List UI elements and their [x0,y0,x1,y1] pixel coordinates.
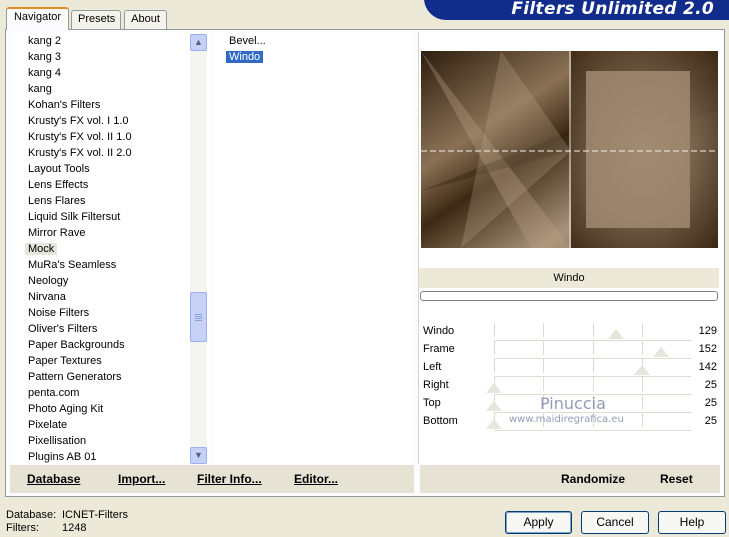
filters-count-value: 1248 [62,522,87,534]
database-status-label: Database: [6,509,57,521]
category-item[interactable]: Noise Filters [28,307,89,319]
category-item[interactable]: Lens Effects [28,179,88,191]
category-item[interactable]: Mirror Rave [28,227,85,239]
category-item[interactable]: kang 3 [28,51,61,63]
category-item[interactable]: penta.com [28,387,79,399]
param-row-left[interactable]: Left 142 [420,359,719,377]
slider-thumb[interactable] [608,329,625,339]
param-label: Left [423,361,442,373]
slider-thumb[interactable] [633,365,650,375]
scroll-up-button[interactable]: ▲ [190,34,207,51]
category-item[interactable]: Lens Flares [28,195,85,207]
progress-bar [420,291,718,301]
param-row-frame[interactable]: Frame 152 [420,341,719,359]
param-value: 129 [698,325,717,337]
param-slider[interactable] [494,323,691,341]
param-value: 25 [704,415,717,427]
apply-button[interactable]: Apply [505,511,572,534]
param-row-right[interactable]: Right 25 [420,377,719,395]
param-value: 25 [704,379,717,391]
category-item[interactable]: MuRa's Seamless [28,259,116,271]
slider-thumb[interactable] [486,401,502,411]
filter-list[interactable] [214,32,414,464]
app-title: Filters Unlimited 2.0 [511,0,714,19]
category-item[interactable]: Paper Backgrounds [28,339,125,351]
scroll-down-button[interactable]: ▼ [190,447,207,464]
category-item[interactable]: Plugins AB 01 [28,451,97,463]
reset-button[interactable]: Reset [660,472,693,486]
slider-thumb[interactable] [486,383,502,393]
category-scrollbar[interactable]: ▲ ▼ [190,34,207,464]
category-item[interactable]: Kohan's Filters [28,99,100,111]
preview-image[interactable] [421,51,718,248]
watermark-url: www.maidiregrafica.eu [509,414,624,425]
category-item[interactable]: Photo Aging Kit [28,403,103,415]
tab-navigator[interactable]: Navigator [6,7,69,30]
tab-about[interactable]: About [124,10,167,29]
category-item[interactable]: Neology [28,275,68,287]
chevron-up-icon: ▲ [194,37,203,47]
param-slider[interactable] [494,359,691,377]
category-item[interactable]: Paper Textures [28,355,102,367]
category-item[interactable]: Krusty's FX vol. I 1.0 [28,115,129,127]
import-button[interactable]: Import... [118,472,165,486]
cancel-button[interactable]: Cancel [581,511,649,534]
category-item[interactable]: Pattern Generators [28,371,122,383]
tab-presets[interactable]: Presets [71,10,121,29]
category-list[interactable]: kang 2 kang 3 kang 4 kang Kohan's Filters Kru… [10,32,209,464]
param-slider[interactable] [494,341,691,359]
filter-info-button[interactable]: Filter Info... [197,472,262,486]
randomize-button[interactable]: Randomize [561,472,625,486]
title-banner: Filters Unlimited 2.0 [424,0,729,20]
category-item[interactable]: Pixellisation [28,435,86,447]
right-button-bar: Randomize Reset [420,465,720,493]
filter-name-label: Windo [419,268,719,288]
param-value: 142 [698,361,717,373]
category-item[interactable]: Krusty's FX vol. II 2.0 [28,147,132,159]
left-button-bar: Database Import... Filter Info... Editor… [10,465,414,493]
filters-count-label: Filters: [6,522,39,534]
param-label: Bottom [423,415,458,427]
scroll-thumb[interactable] [190,292,207,342]
chevron-down-icon: ▼ [194,450,203,460]
editor-button[interactable]: Editor... [294,472,338,486]
param-value: 25 [704,397,717,409]
category-item[interactable]: kang 4 [28,67,61,79]
param-label: Windo [423,325,455,337]
param-row-windo[interactable]: Windo 129 [420,323,719,341]
slider-thumb[interactable] [653,347,670,357]
database-button[interactable]: Database [27,472,80,486]
param-label: Top [423,397,441,409]
category-item[interactable]: Oliver's Filters [28,323,97,335]
param-slider[interactable] [486,377,691,395]
category-item[interactable]: Layout Tools [28,163,90,175]
watermark-name: Pinuccia [540,394,606,413]
category-item[interactable]: kang [28,83,52,95]
category-item[interactable]: Krusty's FX vol. II 1.0 [28,131,132,143]
category-item[interactable]: Mock [25,243,58,255]
category-item[interactable]: Liquid Silk Filtersut [28,211,120,223]
category-item[interactable]: Pixelate [28,419,67,431]
param-label: Right [423,379,449,391]
preview-graphic [421,51,718,248]
database-status-value: ICNET-Filters [62,509,128,521]
category-item[interactable]: Nirvana [28,291,66,303]
filter-item-windo[interactable]: Windo [226,51,264,63]
help-button[interactable]: Help [658,511,726,534]
category-item[interactable]: kang 2 [28,35,61,47]
param-value: 152 [698,343,717,355]
filter-item-bevel[interactable]: Bevel... [226,35,269,47]
slider-thumb[interactable] [486,419,502,429]
param-label: Frame [423,343,455,355]
